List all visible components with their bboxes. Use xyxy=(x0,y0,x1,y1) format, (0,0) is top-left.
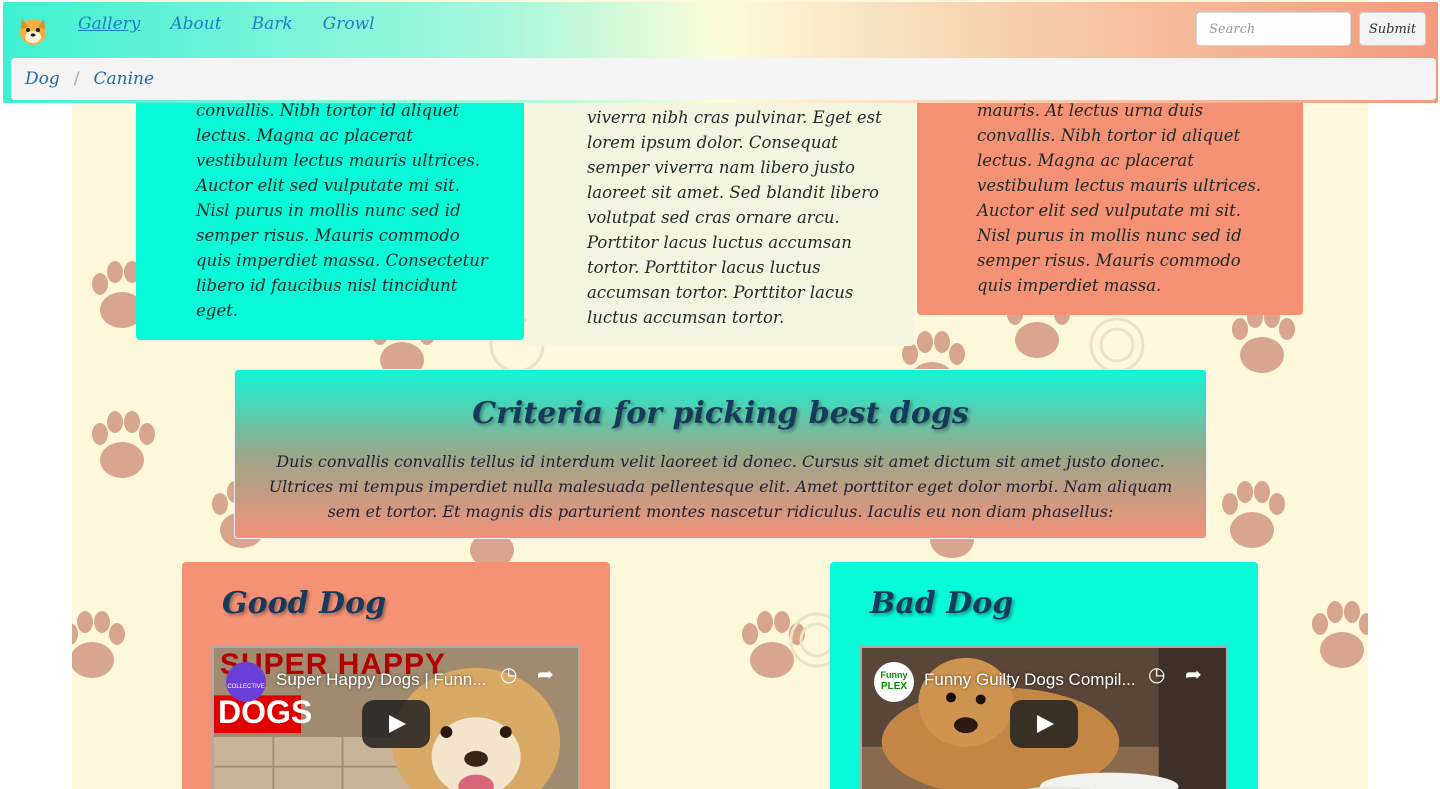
share-arrow-icon[interactable]: ➦ xyxy=(1185,662,1209,686)
submit-button[interactable]: Submit xyxy=(1359,12,1426,46)
bad-dog-play-button[interactable] xyxy=(1010,700,1078,748)
nav-link-gallery[interactable]: Gallery xyxy=(78,14,140,34)
good-dog-channel-logo-text: COLLECTIVE xyxy=(227,684,265,690)
info-card-1: convallis. Nibh tortor id aliquet lectus… xyxy=(136,96,524,340)
good-dog-video[interactable]: SUPER HAPPY DOGS COLLECTIVE Super Happy … xyxy=(212,646,580,789)
criteria-title: Criteria for picking best dogs xyxy=(472,396,969,431)
bad-dog-channel-logo[interactable]: Funny PLEX xyxy=(874,662,914,702)
bad-dog-card: Bad Dog Funny PLEX Funny Guilty Dogs Com… xyxy=(830,562,1258,789)
nav-link-bark[interactable]: Bark xyxy=(252,14,293,34)
share-arrow-icon[interactable]: ➦ xyxy=(537,662,561,686)
breadcrumb: Dog / Canine xyxy=(11,58,1436,100)
nav-link-growl[interactable]: Growl xyxy=(323,14,375,34)
criteria-section: Criteria for picking best dogs Duis conv… xyxy=(234,369,1207,539)
navbar: Gallery About Bark Growl Submit Dog / Ca… xyxy=(3,2,1438,103)
info-card-3: mauris. At lectus urna duis convallis. N… xyxy=(917,96,1303,315)
info-card-2: viverra nibh cras pulvinar. Eget est lor… xyxy=(527,96,914,346)
dog-emoji-icon[interactable] xyxy=(17,15,49,47)
good-dog-channel-logo[interactable]: COLLECTIVE xyxy=(226,662,266,702)
nav-links: Gallery About Bark Growl xyxy=(78,14,405,34)
bad-dog-title: Bad Dog xyxy=(870,586,1014,621)
bad-dog-channel-logo-text-2: PLEX xyxy=(880,681,908,692)
bad-dog-video[interactable]: Funny PLEX Funny Guilty Dogs Compil... ◷… xyxy=(860,646,1228,789)
watch-later-clock-icon[interactable]: ◷ xyxy=(1148,662,1172,686)
info-card-2-text: viverra nibh cras pulvinar. Eget est lor… xyxy=(587,108,882,327)
info-card-1-text: convallis. Nibh tortor id aliquet lectus… xyxy=(196,101,488,320)
good-dog-play-button[interactable] xyxy=(362,700,430,748)
breadcrumb-item-dog[interactable]: Dog xyxy=(25,69,60,89)
good-dog-thumb-subheadline: DOGS xyxy=(218,694,313,730)
search-input[interactable] xyxy=(1196,12,1351,46)
breadcrumb-item-canine[interactable]: Canine xyxy=(93,69,154,89)
good-dog-video-title[interactable]: Super Happy Dogs | Funn... xyxy=(276,670,486,690)
nav-link-about[interactable]: About xyxy=(170,14,221,34)
info-card-3-text: mauris. At lectus urna duis convallis. N… xyxy=(977,101,1262,295)
good-dog-title: Good Dog xyxy=(222,586,387,621)
bad-dog-channel-logo-text-1: Funny xyxy=(880,670,908,680)
watch-later-clock-icon[interactable]: ◷ xyxy=(500,662,524,686)
breadcrumb-separator: / xyxy=(73,69,80,89)
good-dog-card: Good Dog SUPER HAPPY DOGS COLLECTIVE Sup… xyxy=(182,562,610,789)
bad-dog-video-title[interactable]: Funny Guilty Dogs Compil... xyxy=(924,670,1136,690)
criteria-body: Duis convallis convallis tellus id inter… xyxy=(268,452,1173,521)
